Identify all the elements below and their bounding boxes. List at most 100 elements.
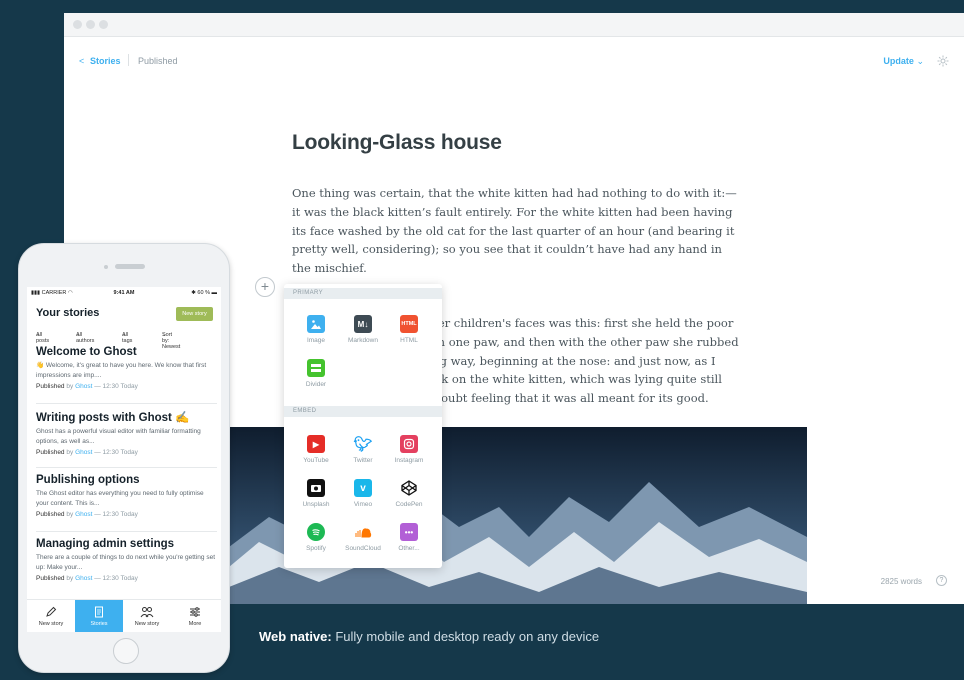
- card-label: Other...: [398, 545, 420, 552]
- document-icon: [95, 606, 103, 618]
- card-label: Spotify: [306, 545, 326, 552]
- story-title: Writing posts with Ghost ✍️: [36, 412, 190, 424]
- tab-team[interactable]: New story: [123, 600, 171, 632]
- post-status: Published: [138, 56, 178, 66]
- card-soundcloud[interactable]: SoundCloud: [340, 523, 386, 552]
- window-close-button[interactable]: [73, 20, 82, 29]
- twitter-icon: 🐦︎: [353, 436, 373, 453]
- story-item[interactable]: Publishing options The Ghost editor has …: [36, 474, 216, 518]
- post-paragraph[interactable]: One thing was certain, that the white ki…: [292, 184, 742, 278]
- story-title: Welcome to Ghost: [36, 346, 137, 358]
- card-codepen[interactable]: CodePen: [386, 479, 432, 508]
- card-label: Markdown: [348, 337, 378, 344]
- markdown-icon: M↓: [354, 315, 372, 333]
- story-meta: Published by Ghost — 12:30 Today: [36, 575, 216, 582]
- breadcrumb-divider: [128, 54, 129, 66]
- unsplash-icon: [307, 479, 325, 497]
- story-excerpt: 👋 Welcome, it's great to have you here. …: [36, 362, 207, 379]
- phone-home-button[interactable]: [113, 638, 139, 664]
- story-excerpt: There are a couple of things to do next …: [36, 554, 216, 571]
- stories-title: Your stories: [36, 307, 100, 319]
- pencil-icon: [46, 606, 57, 617]
- add-card-button[interactable]: +: [255, 277, 275, 297]
- card-youtube[interactable]: ▶ YouTube: [293, 435, 339, 464]
- card-html[interactable]: HTML HTML: [386, 315, 432, 344]
- window-maximize-button[interactable]: [99, 20, 108, 29]
- vimeo-icon: v: [354, 479, 372, 497]
- story-author: Ghost: [75, 511, 93, 518]
- card-label: Unsplash: [302, 501, 330, 508]
- card-image[interactable]: Image: [293, 315, 339, 344]
- divider: [36, 403, 217, 404]
- story-author: Ghost: [75, 575, 93, 582]
- story-title: Publishing options: [36, 474, 140, 486]
- editor-topnav: < Stories Published Update ⌄: [64, 37, 964, 83]
- story-item[interactable]: Writing posts with Ghost ✍️ Ghost has a …: [36, 410, 216, 456]
- card-spotify[interactable]: Spotify: [293, 523, 339, 552]
- battery-percent: 60 %: [197, 290, 210, 296]
- story-by: by: [66, 449, 74, 456]
- phone-mockup: ▮▮▮ CARRIER ◠ 9:41 AM ✱ 60 % ▬ Your stor…: [18, 243, 230, 673]
- story-excerpt: The Ghost editor has everything you need…: [36, 490, 204, 507]
- phone-speaker: [115, 264, 145, 269]
- story-time: — 12:30 Today: [94, 449, 138, 456]
- filter-all-authors[interactable]: All authors ⌄: [76, 332, 94, 344]
- card-vimeo[interactable]: v Vimeo: [340, 479, 386, 508]
- codepen-icon: [400, 479, 418, 497]
- card-label: Image: [306, 337, 326, 344]
- post-title[interactable]: Looking-Glass house: [292, 131, 502, 155]
- new-story-button[interactable]: New story: [176, 307, 213, 321]
- filter-sort[interactable]: Sort by: Newest ⌄: [162, 332, 180, 350]
- breadcrumb-stories-link[interactable]: Stories: [90, 56, 121, 66]
- caption-bold: Web native:: [259, 629, 332, 644]
- filter-all-tags[interactable]: All tags ⌄: [122, 332, 132, 344]
- divider: [36, 531, 217, 532]
- window-minimize-button[interactable]: [86, 20, 95, 29]
- story-by: by: [66, 511, 74, 518]
- divider-icon: [307, 359, 325, 377]
- card-label: CodePen: [395, 501, 423, 508]
- story-meta: Published by Ghost — 12:30 Today: [36, 383, 216, 390]
- card-twitter[interactable]: 🐦︎ Twitter: [340, 435, 386, 464]
- story-item[interactable]: Managing admin settings There are a coup…: [36, 538, 216, 582]
- card-divider[interactable]: Divider: [293, 359, 339, 388]
- html-icon: HTML: [400, 315, 418, 333]
- card-other[interactable]: ••• Other...: [386, 523, 432, 552]
- card-label: Divider: [305, 381, 327, 388]
- card-unsplash[interactable]: Unsplash: [293, 479, 339, 508]
- card-markdown[interactable]: M↓ Markdown: [340, 315, 386, 344]
- tab-stories[interactable]: Stories: [75, 600, 123, 632]
- update-button[interactable]: Update ⌄: [883, 56, 924, 67]
- users-icon: [140, 607, 154, 618]
- tab-label: New story: [134, 621, 160, 627]
- window-titlebar: [64, 13, 964, 37]
- story-title: Managing admin settings: [36, 538, 175, 550]
- chevron-left-icon[interactable]: <: [79, 56, 84, 66]
- menu-section-embed: EMBED: [284, 406, 442, 417]
- story-time: — 12:30 Today: [94, 383, 138, 390]
- story-by: by: [66, 383, 74, 390]
- card-label: HTML: [400, 337, 418, 344]
- filter-label: All tags: [122, 332, 133, 344]
- tab-more[interactable]: More: [171, 600, 219, 632]
- story-status: Published: [36, 449, 65, 456]
- story-time: — 12:30 Today: [94, 511, 138, 518]
- phone-statusbar: ▮▮▮ CARRIER ◠ 9:41 AM ✱ 60 % ▬: [27, 287, 221, 299]
- tab-new-story[interactable]: New story: [27, 600, 75, 632]
- story-excerpt: Ghost has a powerful visual editor with …: [36, 428, 201, 445]
- story-meta: Published by Ghost — 12:30 Today: [36, 511, 216, 518]
- card-instagram[interactable]: Instagram: [386, 435, 432, 464]
- settings-sliders-icon: [190, 607, 200, 617]
- menu-section-primary: PRIMARY: [284, 288, 442, 299]
- filter-label: All authors: [76, 332, 95, 344]
- story-meta: Published by Ghost — 12:30 Today: [36, 449, 216, 456]
- gear-icon[interactable]: [937, 55, 949, 67]
- story-item[interactable]: Welcome to Ghost 👋 Welcome, it's great t…: [36, 346, 216, 390]
- help-icon[interactable]: ?: [936, 575, 947, 586]
- phone-camera: [104, 265, 108, 269]
- filter-all-posts[interactable]: All posts ⌄: [36, 332, 49, 344]
- filter-label: All posts: [36, 332, 50, 344]
- image-icon: [307, 315, 325, 333]
- story-status: Published: [36, 575, 65, 582]
- story-status: Published: [36, 511, 65, 518]
